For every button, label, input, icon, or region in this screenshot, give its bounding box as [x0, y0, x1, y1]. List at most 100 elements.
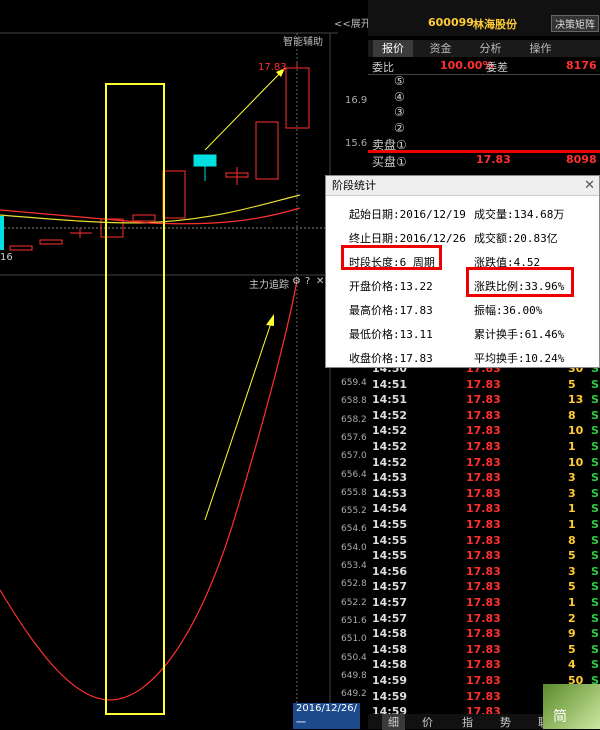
tick-side: S — [591, 502, 599, 516]
tab-analysis[interactable]: 分析 — [468, 40, 513, 57]
tick-vol: 8 — [568, 408, 576, 422]
tick-time: 14:52 — [372, 440, 408, 453]
tick-side: S — [591, 627, 599, 641]
tab-quote[interactable]: 报价 — [373, 40, 413, 57]
expand-label[interactable]: <<展开 — [334, 15, 371, 30]
tick-time: 14:59 — [372, 689, 408, 703]
tick-row: 14:55 17.83 5 S — [368, 549, 600, 565]
close-icon[interactable]: ✕ — [316, 276, 324, 287]
indicator-tick: 653.4 — [341, 561, 367, 571]
indicator-arrow-line — [204, 319, 273, 521]
tick-row: 14:55 17.83 1 S — [368, 518, 600, 534]
buy-level-1: 买盘① — [372, 155, 407, 169]
tab-operation[interactable]: 操作 — [518, 40, 563, 57]
tick-row: 14:54 17.83 1 S — [368, 502, 600, 518]
indicator-tick: 657.0 — [341, 451, 367, 462]
help-icon[interactable]: ? — [305, 276, 310, 287]
bottom-tab-price[interactable]: 价 — [422, 714, 433, 730]
tick-side: S — [591, 658, 599, 672]
buy-price: 17.83 — [476, 153, 511, 166]
tick-row: 14:53 17.83 3 S — [368, 487, 600, 503]
tick-vol: 1 — [568, 502, 576, 516]
indicator-tick: 657.6 — [341, 432, 367, 443]
tick-side: S — [591, 486, 599, 500]
stock-header: 600099 林海股份 决策矩阵 — [368, 0, 600, 36]
tick-row: 14:58 17.83 5 S — [368, 643, 600, 659]
tick-row: 14:52 17.83 10 S — [368, 424, 600, 440]
webi-label: 委比 — [372, 61, 394, 74]
bottom-tab-trend[interactable]: 势 — [500, 714, 511, 730]
stat-item: 起始日期:2016/12/19 — [349, 208, 466, 221]
tick-vol: 5 — [568, 642, 576, 656]
indicator-tick: 656.4 — [341, 469, 367, 480]
indicator-tick: 654.0 — [341, 542, 367, 553]
tick-row: 14:51 17.83 13 S — [368, 393, 600, 409]
tick-price: 17.83 — [466, 393, 501, 407]
indicator-tick: 650.4 — [341, 652, 367, 663]
tick-time: 14:52 — [372, 455, 408, 469]
close-icon[interactable]: ✕ — [584, 178, 595, 193]
bottom-tab-detail[interactable]: 细 — [382, 714, 405, 730]
tick-time: 14:55 — [372, 533, 408, 547]
stat-item: 平均换手:10.24% — [474, 352, 565, 365]
tick-price: 17.83 — [466, 564, 501, 578]
tick-side: S — [591, 596, 599, 609]
bottom-tab-index[interactable]: 指 — [462, 714, 473, 730]
stat-item: 振幅:36.00% — [474, 304, 543, 317]
indicator-tick: 651.0 — [341, 634, 367, 645]
tick-vol: 8 — [568, 533, 576, 547]
tick-time: 14:55 — [372, 549, 408, 563]
candle-up — [132, 214, 156, 222]
tick-price: 17.83 — [466, 596, 501, 609]
tick-row: 14:57 17.83 1 S — [368, 596, 600, 612]
tick-vol: 5 — [568, 377, 576, 391]
panel-tabs: 报价 资金 分析 操作 — [368, 40, 600, 57]
tick-side: S — [591, 471, 599, 485]
tick-price: 17.83 — [466, 471, 501, 485]
sell-level-4: ④ — [394, 90, 405, 104]
weicha-value: 8176 — [566, 59, 597, 72]
tick-price: 17.83 — [466, 408, 501, 422]
stock-code: 600099 — [428, 16, 474, 29]
indicator-tick: 655.2 — [341, 506, 367, 517]
sell-level-5: ⑤ — [394, 74, 405, 88]
indicator-arrowhead — [266, 314, 274, 326]
smart-assist-label[interactable]: 智能辅助 — [283, 33, 323, 48]
tick-vol: 3 — [568, 486, 576, 500]
tick-price: 17.83 — [466, 486, 501, 500]
dialog-title: 阶段统计 — [326, 176, 599, 196]
corner-badge[interactable]: 简 — [543, 684, 600, 729]
kline-chart[interactable] — [0, 0, 338, 729]
tick-price: 17.83 — [466, 689, 501, 703]
decision-matrix-button[interactable]: 决策矩阵 — [551, 15, 599, 32]
tick-price: 17.83 — [466, 642, 501, 656]
tick-side: S — [591, 533, 599, 547]
gear-icon[interactable]: ⚙ — [292, 276, 301, 287]
stat-item: 成交额:20.83亿 — [474, 232, 558, 245]
tick-time: 14:59 — [372, 674, 408, 687]
tick-vol: 4 — [568, 658, 576, 672]
tab-funds[interactable]: 资金 — [418, 40, 463, 57]
main-force-curve — [0, 279, 298, 701]
tick-side: S — [591, 549, 599, 563]
tick-row: 14:53 17.83 3 S — [368, 471, 600, 487]
candle-down — [0, 216, 4, 250]
tick-row: 14:57 17.83 2 S — [368, 612, 600, 628]
tick-side: S — [591, 580, 599, 594]
annotation-arrow-line — [204, 67, 286, 151]
tick-row: 14:51 17.83 5 S — [368, 378, 600, 394]
tick-side: S — [591, 518, 599, 531]
tick-time: 14:57 — [372, 611, 408, 625]
tick-vol: 5 — [568, 549, 576, 563]
period-stats-dialog[interactable]: 阶段统计 ✕ 起始日期:2016/12/19 成交量:134.68万 终止日期:20… — [325, 175, 600, 368]
tick-side: S — [591, 564, 599, 578]
stat-item: 最低价格:13.11 — [349, 328, 433, 341]
tick-row: 14:52 17.83 10 S — [368, 456, 600, 472]
chart-area[interactable]: <<展开 智能辅助 17.83 16.9 15.6 16 主力追踪 ⚙ ? ✕ … — [0, 0, 371, 729]
highlight-period-box — [105, 83, 165, 715]
sell-level-3: ③ — [394, 105, 405, 119]
tick-side: S — [591, 393, 599, 407]
tick-price: 17.83 — [466, 658, 501, 672]
tick-row: 14:57 17.83 5 S — [368, 580, 600, 596]
tick-price: 17.83 — [466, 440, 501, 453]
